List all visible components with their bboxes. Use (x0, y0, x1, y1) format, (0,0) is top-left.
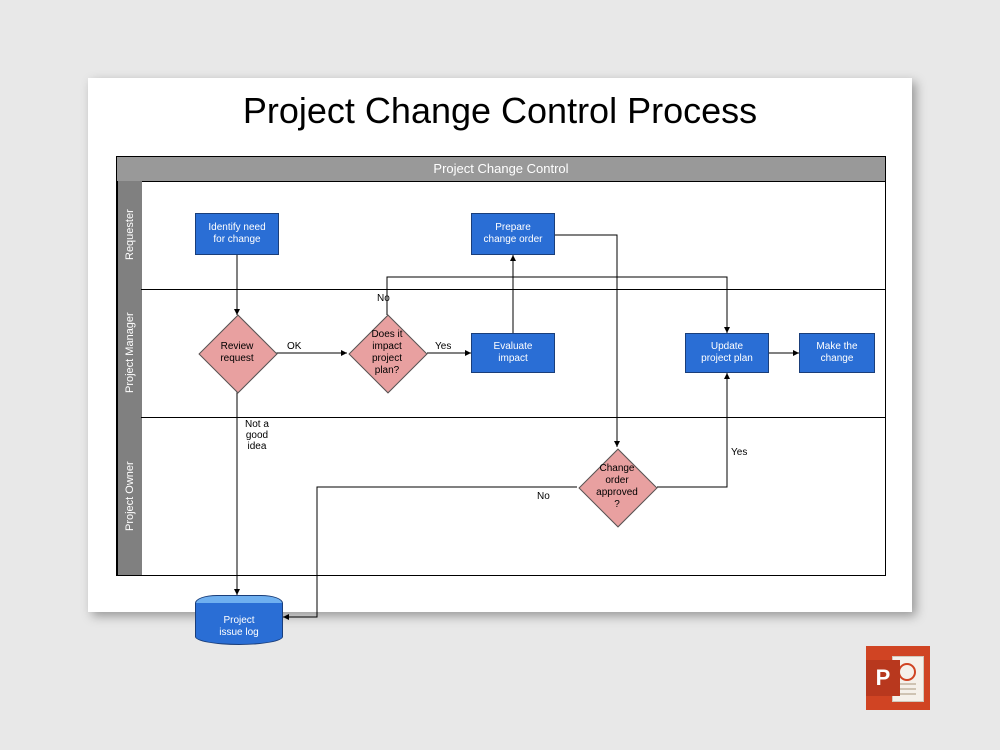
node-review-request-label: Review request (195, 333, 279, 373)
edge-label-no-approved: No (537, 491, 550, 502)
edge-label-no-impact: No (377, 293, 390, 304)
powerpoint-icon-letter: P (866, 660, 900, 696)
slide: Project Change Control Process Project C… (88, 78, 912, 612)
node-prepare-change-order: Prepare change order (471, 213, 555, 255)
node-identify-need: Identify need for change (195, 213, 279, 255)
node-approved-decision-label: Change order approved ? (579, 459, 655, 515)
swimlane-pool: Project Change Control Requester Project… (116, 156, 886, 576)
edge-label-ok: OK (287, 341, 301, 352)
node-project-issue-log-label: Project issue log (195, 603, 283, 645)
edge-label-yes-approved: Yes (731, 447, 747, 458)
node-evaluate-impact: Evaluate impact (471, 333, 555, 373)
edge-label-not-good-idea: Not a good idea (245, 419, 269, 452)
node-impact-decision-label: Does it impact project plan? (349, 327, 425, 379)
edge-label-yes-impact: Yes (435, 341, 451, 352)
node-update-project-plan: Update project plan (685, 333, 769, 373)
page-title: Project Change Control Process (88, 90, 912, 132)
node-project-issue-log: Project issue log (195, 595, 283, 645)
node-make-the-change: Make the change (799, 333, 875, 373)
powerpoint-icon: P (866, 646, 930, 710)
